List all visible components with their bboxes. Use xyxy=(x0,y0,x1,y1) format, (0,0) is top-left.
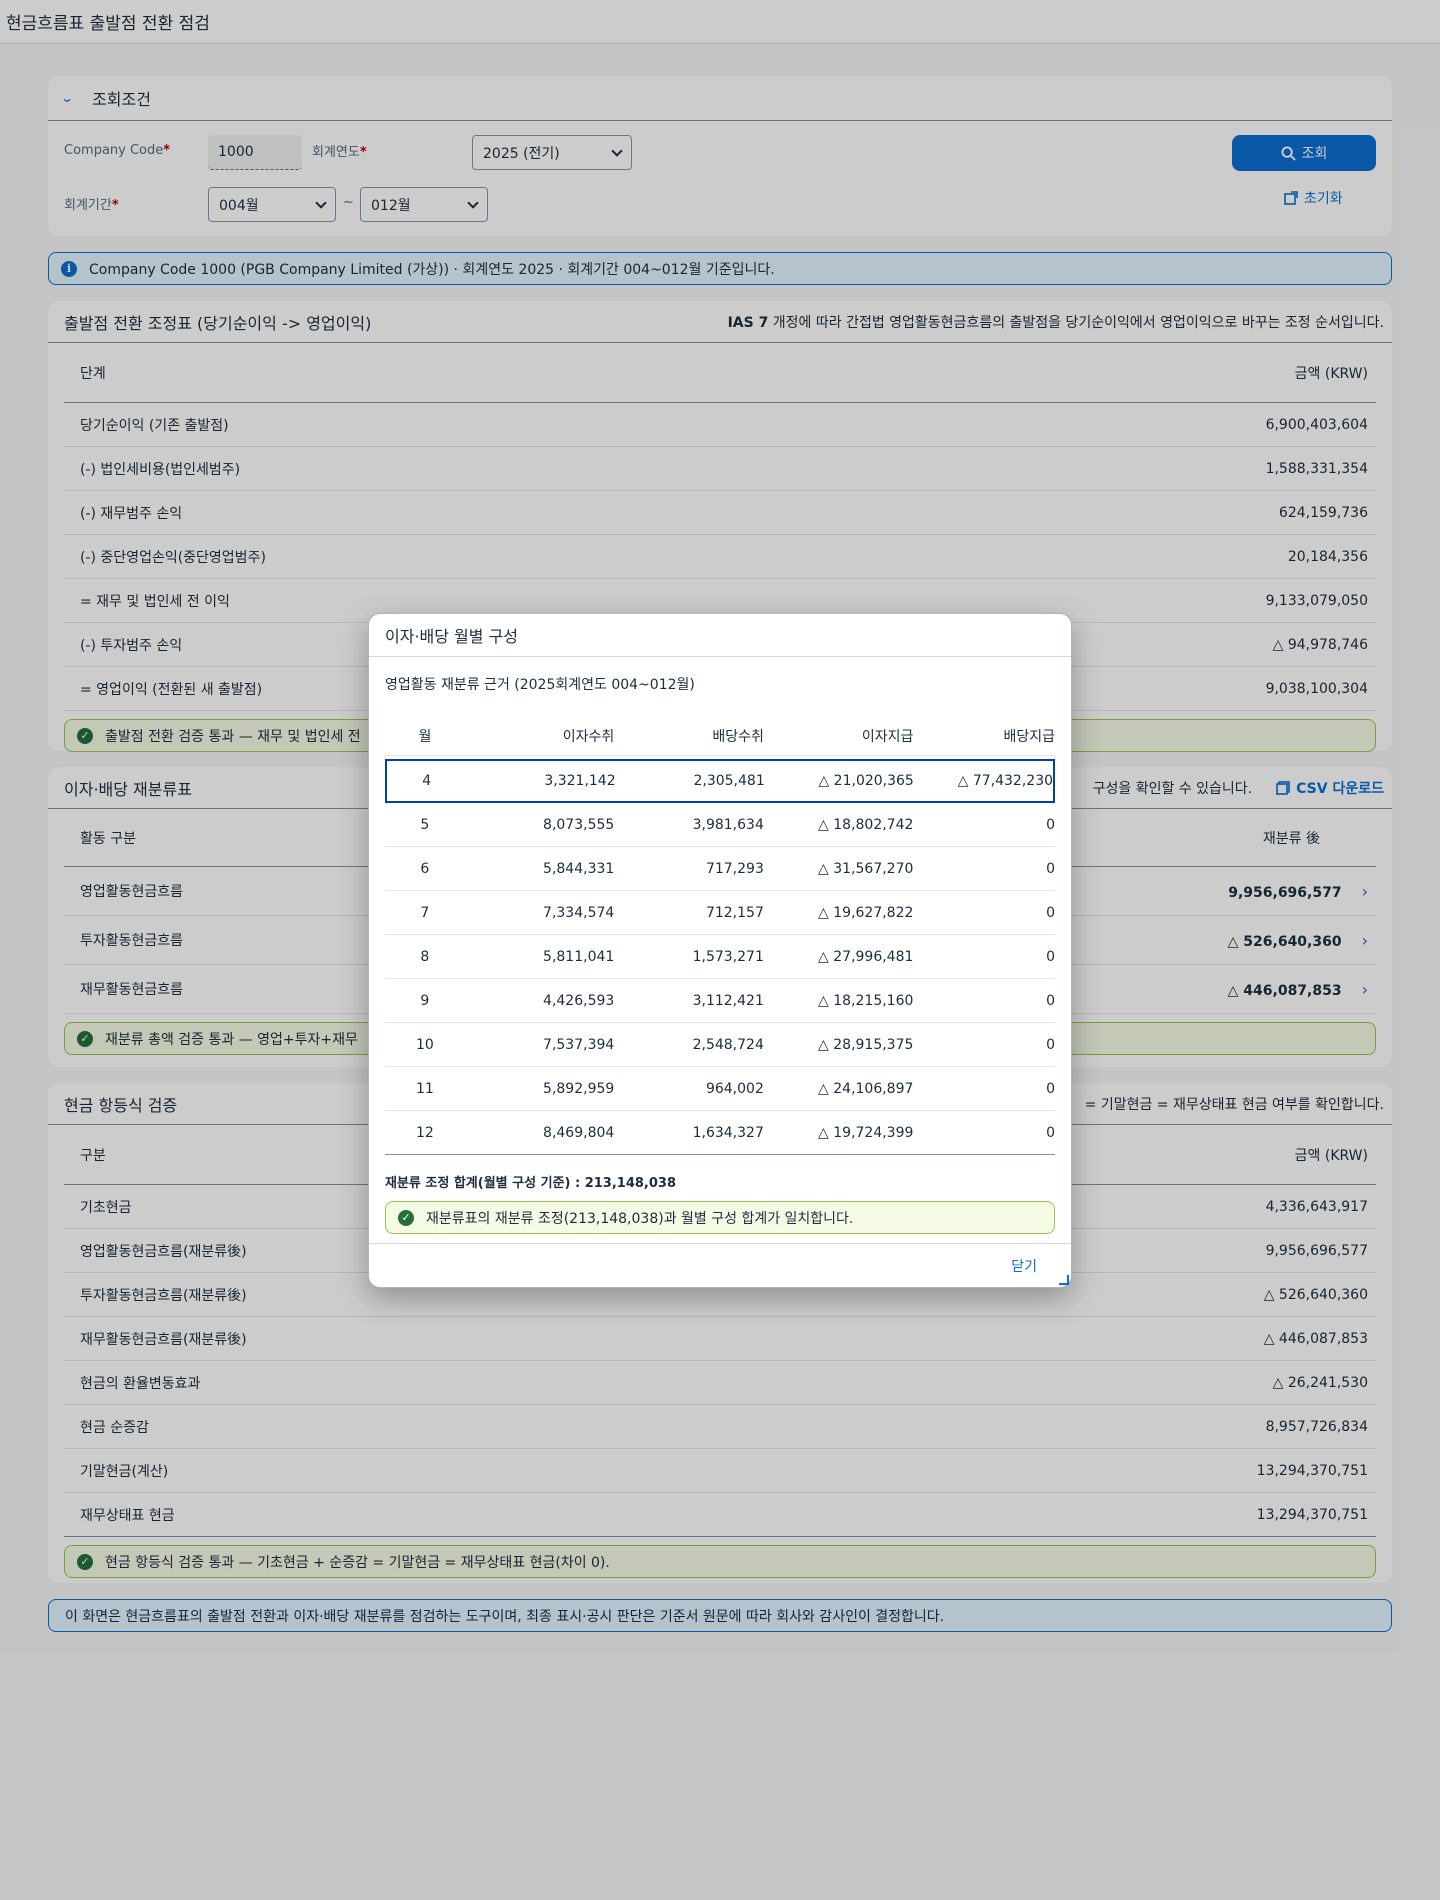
table-row-selected[interactable]: 4 3,321,142 2,305,481 △ 21,020,365 △ 77,432,… xyxy=(385,759,1055,803)
close-button[interactable]: 닫기 xyxy=(1011,1256,1037,1276)
resize-handle-icon[interactable] xyxy=(1059,1275,1069,1285)
reclass-total: 재분류 조정 합계(월별 구성 기준) : 213,148,038 xyxy=(385,1176,677,1191)
dialog-success-strip: ✓ 재분류표의 재분류 조정(213,148,038)과 월별 구성 합계가 일… xyxy=(385,1201,1055,1234)
dialog-header: 이자·배당 월별 구성 xyxy=(369,614,1071,657)
dialog-footer: 닫기 xyxy=(369,1243,1071,1287)
table-row[interactable]: 10 7,537,394 2,548,724 △ 28,915,375 0 xyxy=(385,1023,1055,1067)
table-row[interactable]: 6 5,844,331 717,293 △ 31,567,270 0 xyxy=(385,847,1055,891)
monthly-table: 월 이자수취 배당수취 이자지급 배당지급 4 3,321,142 2,305,48… xyxy=(385,716,1055,1155)
table-row[interactable]: 5 8,073,555 3,981,634 △ 18,802,742 0 xyxy=(385,803,1055,847)
monthly-table-header: 월 이자수취 배당수취 이자지급 배당지급 xyxy=(385,716,1055,756)
table-row[interactable]: 9 4,426,593 3,112,421 △ 18,215,160 0 xyxy=(385,979,1055,1023)
table-row[interactable]: 11 5,892,959 964,002 △ 24,106,897 0 xyxy=(385,1067,1055,1111)
table-row[interactable]: 8 5,811,041 1,573,271 △ 27,996,481 0 xyxy=(385,935,1055,979)
monthly-breakdown-dialog: 이자·배당 월별 구성 영업활동 재분류 근거 (2025회계연도 004~01… xyxy=(368,613,1072,1288)
table-row[interactable]: 12 8,469,804 1,634,327 △ 19,724,399 0 xyxy=(385,1111,1055,1155)
dialog-subtitle: 영업활동 재분류 근거 (2025회계연도 004~012월) xyxy=(385,677,695,693)
table-row[interactable]: 7 7,334,574 712,157 △ 19,627,822 0 xyxy=(385,891,1055,935)
check-icon: ✓ xyxy=(398,1209,414,1226)
dialog-title: 이자·배당 월별 구성 xyxy=(385,627,519,646)
